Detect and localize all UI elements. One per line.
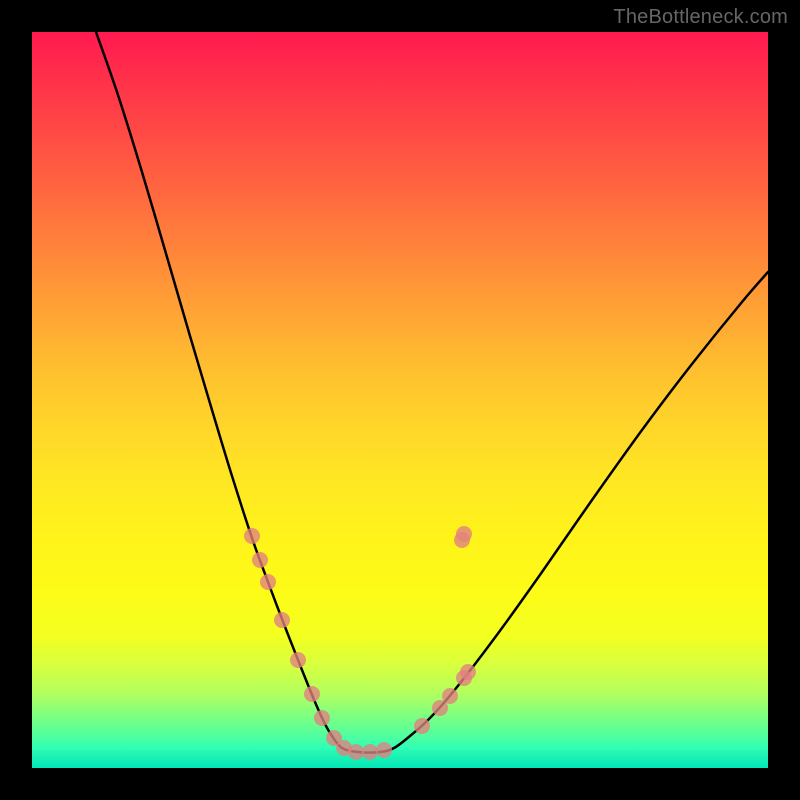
bottleneck-curve-path bbox=[96, 32, 768, 753]
curve-svg bbox=[32, 32, 768, 768]
curve-marker bbox=[348, 744, 364, 760]
marker-group bbox=[244, 526, 476, 760]
curve-marker bbox=[260, 574, 276, 590]
plot-area bbox=[32, 32, 768, 768]
curve-marker bbox=[290, 652, 306, 668]
curve-marker bbox=[314, 710, 330, 726]
curve-marker bbox=[244, 528, 260, 544]
watermark-text: TheBottleneck.com bbox=[613, 6, 788, 29]
curve-marker bbox=[376, 742, 392, 758]
curve-marker bbox=[460, 664, 476, 680]
curve-marker bbox=[414, 718, 430, 734]
curve-marker bbox=[274, 612, 290, 628]
curve-marker bbox=[252, 552, 268, 568]
curve-marker bbox=[456, 526, 472, 542]
chart-stage: TheBottleneck.com bbox=[0, 0, 800, 800]
curve-marker bbox=[304, 686, 320, 702]
curve-marker bbox=[442, 688, 458, 704]
curve-marker bbox=[362, 744, 378, 760]
